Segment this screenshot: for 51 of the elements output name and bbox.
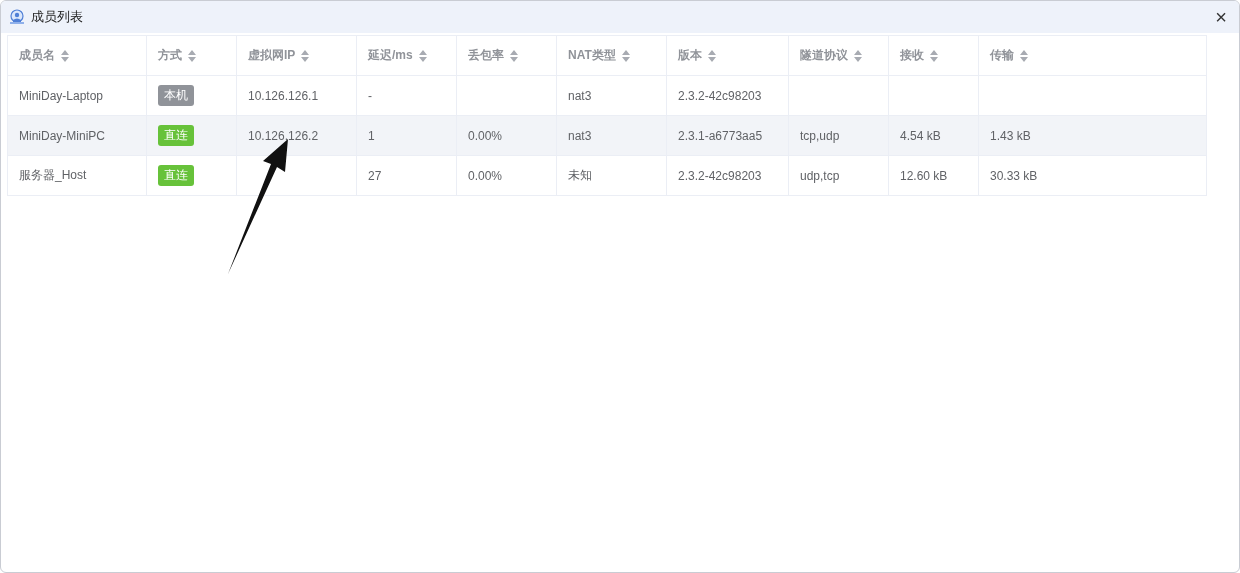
table-cell: 2.3.1-a6773aa5 — [678, 128, 763, 143]
column-header[interactable]: 版本 — [678, 47, 702, 64]
table-cell: 4.54 kB — [900, 128, 941, 143]
column-header[interactable]: NAT类型 — [568, 47, 616, 64]
app-icon — [9, 9, 25, 25]
column-header[interactable]: 传输 — [990, 47, 1014, 64]
column-header[interactable]: 成员名 — [19, 47, 55, 64]
table-cell: 27 — [368, 168, 382, 183]
table-cell: 服务器_Host — [19, 168, 87, 182]
sort-icon[interactable] — [188, 49, 196, 62]
table-row[interactable]: MiniDay-MiniPC 直连 10.126.126.2 1 0.00% nat3 2.3.1-a6773aa5 tcp,udp 4.54 kB 1.43 kB — [7, 115, 1207, 156]
sort-icon[interactable] — [930, 49, 938, 62]
table-cell: tcp,udp — [800, 128, 840, 143]
table-row[interactable]: MiniDay-Laptop 本机 10.126.126.1 - nat3 2.3.2-42c98203 — [7, 75, 1207, 116]
sort-icon[interactable] — [510, 49, 518, 62]
sort-icon[interactable] — [418, 49, 427, 62]
table-cell: udp,tcp — [800, 168, 840, 183]
column-header[interactable]: 丢包率 — [468, 47, 504, 64]
table-row[interactable]: 服务器_Host 直连 27 0.00% 未知 2.3.2-42c98203 udp,tcp 12.60 kB 30.33 kB — [7, 155, 1207, 196]
table-cell: - — [368, 88, 372, 103]
status-tag: 直连 — [158, 125, 194, 146]
sort-icon[interactable] — [854, 49, 862, 62]
table-cell: 0.00% — [468, 168, 503, 183]
table-cell: nat3 — [568, 88, 592, 103]
table-cell: 2.3.2-42c98203 — [678, 88, 762, 103]
sort-icon[interactable] — [708, 49, 716, 62]
table-cell: 2.3.2-42c98203 — [678, 168, 762, 183]
sort-icon[interactable] — [621, 49, 630, 62]
column-header[interactable]: 方式 — [158, 47, 182, 64]
status-tag: 直连 — [158, 165, 194, 186]
table-cell: 1 — [368, 128, 375, 143]
column-header[interactable]: 延迟/ms — [368, 47, 413, 64]
table-cell: MiniDay-Laptop — [19, 88, 104, 103]
column-header[interactable]: 接收 — [900, 47, 924, 64]
table-cell: 0.00% — [468, 128, 503, 143]
table-cell: nat3 — [568, 128, 592, 143]
close-button[interactable]: × — [1211, 7, 1231, 27]
table-cell: MiniDay-MiniPC — [19, 128, 105, 143]
sort-icon[interactable] — [301, 49, 310, 62]
table-cell: 30.33 kB — [990, 168, 1038, 183]
status-tag: 本机 — [158, 85, 194, 106]
sort-icon[interactable] — [1020, 49, 1028, 62]
table-cell: 未知 — [568, 168, 592, 182]
table-cell: 10.126.126.1 — [248, 88, 319, 103]
column-header[interactable]: 隧道协议 — [800, 47, 848, 64]
sort-icon[interactable] — [61, 49, 69, 62]
table-cell: 1.43 kB — [990, 128, 1031, 143]
table-cell: 12.60 kB — [900, 168, 948, 183]
table-cell: 10.126.126.2 — [248, 128, 319, 143]
column-header[interactable]: 虚拟网IP — [248, 47, 296, 64]
window-title: 成员列表 — [31, 8, 83, 26]
